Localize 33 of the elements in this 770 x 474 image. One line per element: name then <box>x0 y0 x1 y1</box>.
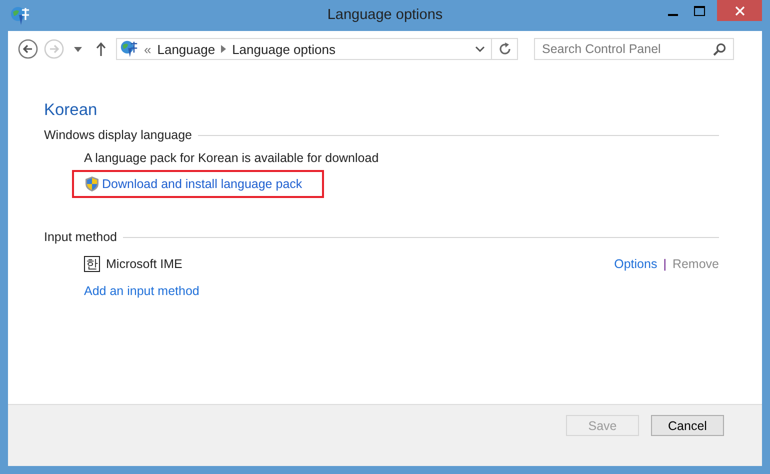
up-arrow-icon <box>96 42 106 56</box>
korean-keyboard-icon: 한 <box>84 256 100 272</box>
cancel-button[interactable]: Cancel <box>651 415 724 436</box>
search-icon <box>713 43 726 56</box>
recent-dropdown-button[interactable] <box>74 46 82 52</box>
options-link[interactable]: Options <box>614 257 658 271</box>
back-button[interactable] <box>18 39 38 59</box>
link-separator: | <box>663 257 666 271</box>
dropdown-arrow-icon <box>74 46 82 52</box>
maximize-icon <box>694 6 705 16</box>
section-title: Windows display language <box>44 128 192 142</box>
refresh-icon <box>498 42 512 56</box>
up-button[interactable] <box>96 42 106 56</box>
section-title: Input method <box>44 230 117 244</box>
search-field[interactable]: Search Control Panel <box>534 38 734 60</box>
availability-message: A language pack for Korean is available for download <box>84 151 380 165</box>
close-button[interactable] <box>717 0 762 21</box>
breadcrumb-item[interactable]: Language <box>157 42 216 56</box>
address-bar[interactable]: « Language Language options <box>116 38 492 60</box>
close-icon <box>734 6 744 16</box>
shield-icon <box>85 176 99 192</box>
breadcrumb-arrow-icon[interactable] <box>221 45 226 53</box>
breadcrumb-item[interactable]: Language options <box>232 42 336 56</box>
globe-icon <box>10 6 30 26</box>
add-input-method-link[interactable]: Add an input method <box>84 284 200 298</box>
minimize-icon <box>668 14 678 16</box>
language-heading: Korean <box>44 101 98 120</box>
globe-icon <box>120 40 138 58</box>
overflow-chevron[interactable]: « <box>144 42 152 56</box>
window-title: Language options <box>327 7 443 23</box>
download-language-pack-link[interactable]: Download and install language pack <box>72 170 324 198</box>
refresh-button[interactable] <box>492 38 518 60</box>
input-method-name: Microsoft IME <box>106 257 182 271</box>
